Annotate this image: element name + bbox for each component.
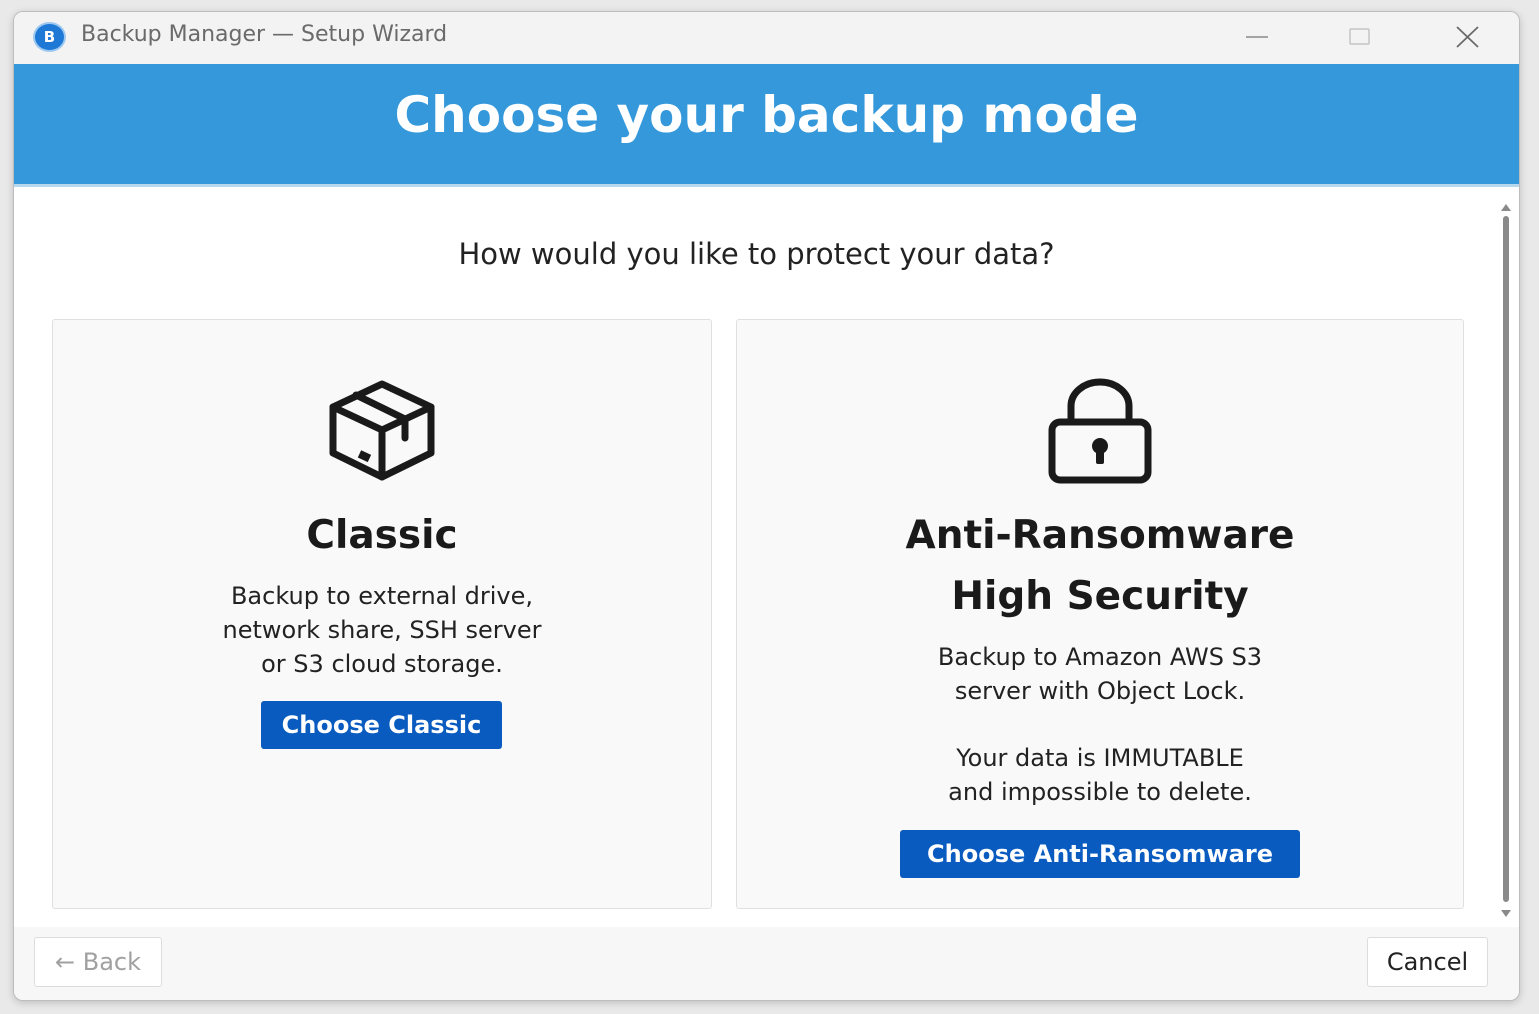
ransomware-note-line-2: and impossible to delete.: [948, 778, 1252, 806]
scroll-down-icon[interactable]: [1501, 910, 1511, 917]
ransomware-description-line-1: Backup to Amazon AWS S3: [937, 643, 1263, 671]
classic-heading: Classic: [306, 513, 458, 558]
wizard-window: B Backup Manager — Setup Wizard Choose y…: [13, 11, 1520, 1001]
minimize-button[interactable]: [1206, 12, 1306, 62]
classic-description-line-1: Backup to external drive,: [230, 582, 534, 610]
window-title: Backup Manager — Setup Wizard: [81, 22, 448, 47]
minimize-icon: [1246, 36, 1268, 38]
header-banner: Choose your backup mode: [14, 64, 1519, 184]
scroll-thumb[interactable]: [1503, 216, 1509, 902]
title-bar: B Backup Manager — Setup Wizard: [14, 12, 1519, 64]
choose-anti-ransomware-button[interactable]: Choose Anti-Ransomware: [900, 830, 1300, 878]
vertical-scrollbar[interactable]: [1497, 202, 1515, 922]
padlock-icon: [1048, 378, 1152, 484]
page-title: Choose your backup mode: [394, 86, 1139, 144]
classic-card: Classic Backup to external drive, networ…: [52, 319, 712, 909]
close-icon: [1456, 26, 1479, 48]
choose-classic-button[interactable]: Choose Classic: [261, 701, 502, 749]
app-icon: B: [33, 22, 66, 52]
classic-description-line-2: network share, SSH server: [222, 616, 542, 644]
box-icon: [329, 380, 435, 481]
scroll-up-icon[interactable]: [1501, 204, 1511, 211]
ransomware-heading-line-2: High Security: [951, 574, 1249, 619]
cancel-button[interactable]: Cancel: [1367, 937, 1488, 987]
maximize-button[interactable]: [1310, 12, 1410, 62]
maximize-icon: [1349, 28, 1370, 45]
classic-description-line-3: or S3 cloud storage.: [261, 650, 503, 678]
ransomware-note-line-1: Your data is IMMUTABLE: [956, 744, 1244, 772]
ransomware-heading-line-1: Anti-Ransomware: [905, 513, 1295, 558]
close-button[interactable]: [1416, 12, 1516, 62]
content-area: How would you like to protect your data?…: [14, 187, 1519, 927]
ransomware-description-line-2: server with Object Lock.: [954, 677, 1246, 705]
anti-ransomware-card: Anti-Ransomware High Security Backup to …: [736, 319, 1464, 909]
question-text: How would you like to protect your data?: [458, 237, 1055, 271]
footer-bar: ← Back Cancel: [14, 927, 1519, 1000]
back-button[interactable]: ← Back: [34, 937, 162, 987]
